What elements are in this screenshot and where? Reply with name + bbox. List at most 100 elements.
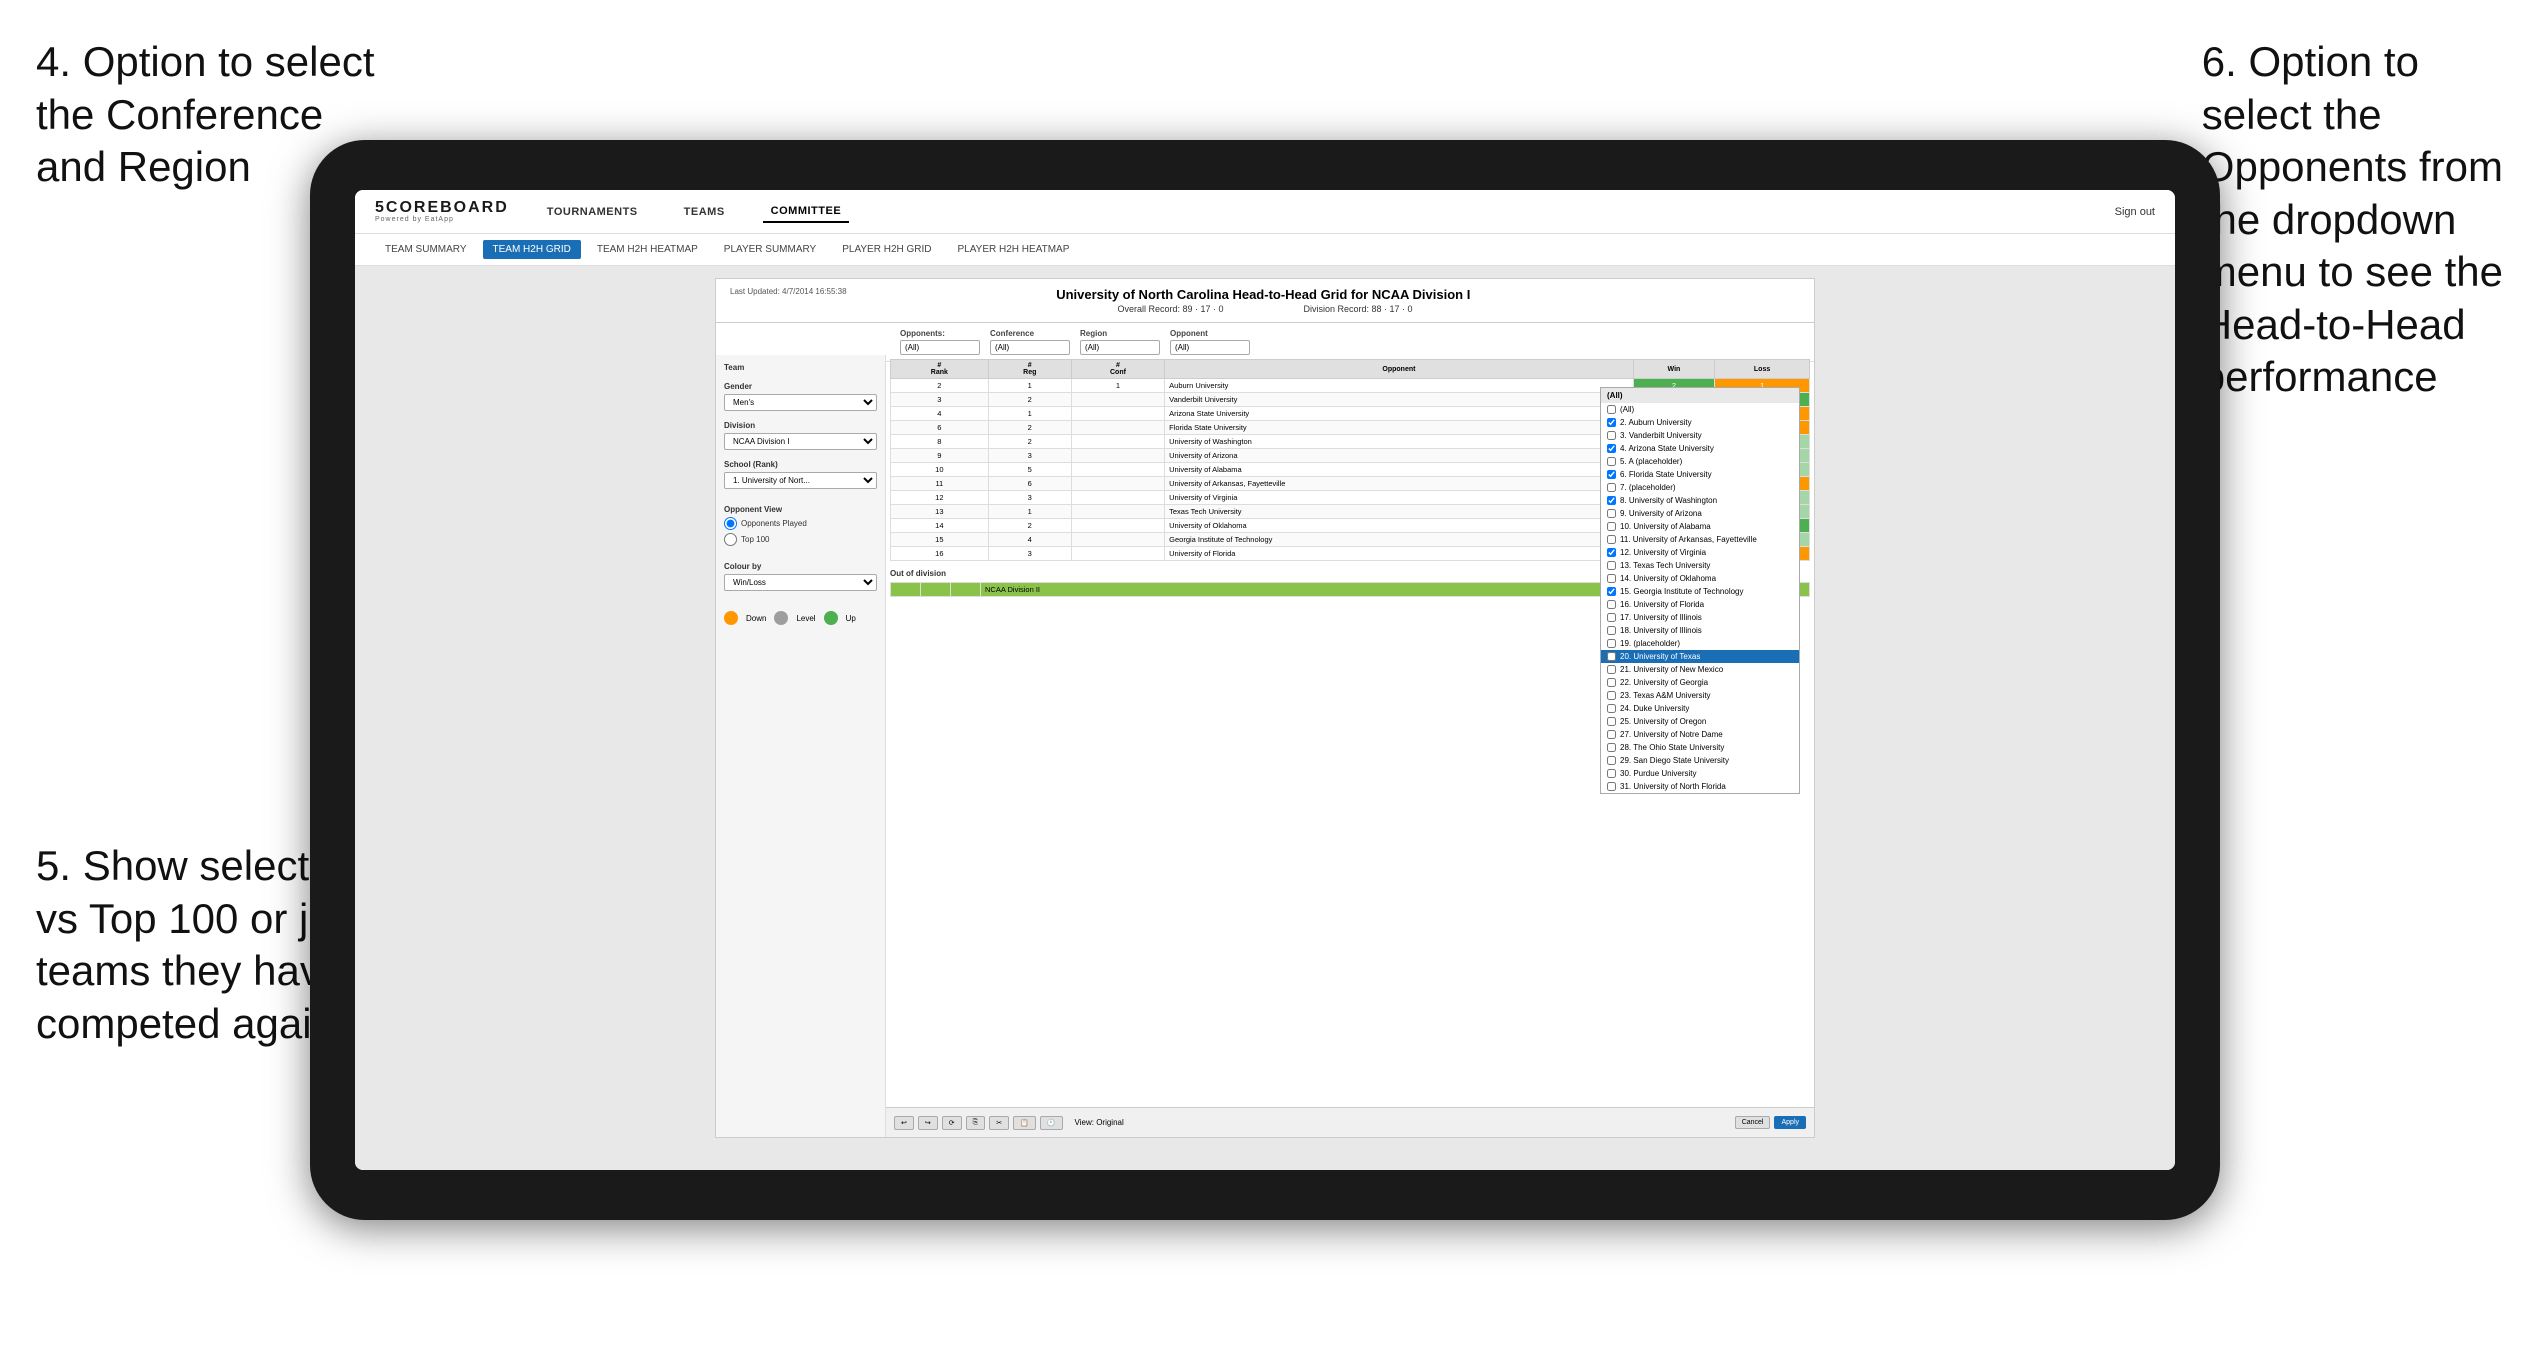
dropdown-item-checkbox[interactable] [1607,730,1616,739]
radio-top100[interactable]: Top 100 [724,533,877,546]
dropdown-item-checkbox[interactable] [1607,522,1616,531]
conference-select[interactable]: (All) [990,340,1070,355]
dropdown-item[interactable]: 30. Purdue University [1601,767,1799,780]
subnav-player-h2h-grid[interactable]: PLAYER H2H GRID [832,240,941,259]
dropdown-item-checkbox[interactable] [1607,769,1616,778]
cell-reg: 2 [988,421,1071,435]
division-select[interactable]: NCAA Division I [724,433,877,450]
dropdown-item[interactable]: 24. Duke University [1601,702,1799,715]
dropdown-item[interactable]: 7. (placeholder) [1601,481,1799,494]
dropdown-item[interactable]: 23. Texas A&M University [1601,689,1799,702]
cell-reg: 5 [988,463,1071,477]
dropdown-item-checkbox[interactable] [1607,665,1616,674]
dropdown-item[interactable]: 11. University of Arkansas, Fayetteville [1601,533,1799,546]
dropdown-item-checkbox[interactable] [1607,756,1616,765]
dropdown-item-checkbox[interactable] [1607,743,1616,752]
clock-btn[interactable]: 🕐 [1040,1116,1063,1130]
dropdown-item[interactable]: 16. University of Florida [1601,598,1799,611]
radio-opponents-played-input[interactable] [724,517,737,530]
nav-teams[interactable]: TEAMS [676,202,733,222]
nav-signout[interactable]: Sign out [2115,206,2155,218]
opponent-select[interactable]: (All) [1170,340,1250,355]
dropdown-item-checkbox[interactable] [1607,457,1616,466]
colour-by-select[interactable]: Win/Loss [724,574,877,591]
dropdown-item-checkbox[interactable] [1607,561,1616,570]
dropdown-item[interactable]: 20. University of Texas [1601,650,1799,663]
paste-btn[interactable]: 📋 [1013,1116,1036,1130]
radio-top100-input[interactable] [724,533,737,546]
subnav-team-h2h-grid[interactable]: TEAM H2H GRID [483,240,581,259]
radio-opponents-played[interactable]: Opponents Played [724,517,877,530]
dropdown-item[interactable]: 31. University of North Florida [1601,780,1799,793]
dropdown-item[interactable]: 28. The Ohio State University [1601,741,1799,754]
undo-btn[interactable]: ↩ [894,1116,914,1130]
subnav-team-summary[interactable]: TEAM SUMMARY [375,240,477,259]
cell-reg: 2 [988,519,1071,533]
dropdown-item-checkbox[interactable] [1607,496,1616,505]
apply-btn[interactable]: Apply [1774,1116,1806,1129]
dropdown-item-checkbox[interactable] [1607,587,1616,596]
dropdown-item-checkbox[interactable] [1607,431,1616,440]
opponents-filter: Opponents: (All) [900,329,980,355]
dropdown-item-checkbox[interactable] [1607,405,1616,414]
cut-btn[interactable]: ✂ [989,1116,1009,1130]
annotation-tr-line4: the dropdown [2202,196,2457,243]
dropdown-item-label: 9. University of Arizona [1620,509,1702,518]
dropdown-item[interactable]: 21. University of New Mexico [1601,663,1799,676]
region-select[interactable]: (All) [1080,340,1160,355]
dropdown-item[interactable]: 14. University of Oklahoma [1601,572,1799,585]
dropdown-item-checkbox[interactable] [1607,782,1616,791]
dropdown-item[interactable]: 3. Vanderbilt University [1601,429,1799,442]
dropdown-item-checkbox[interactable] [1607,470,1616,479]
dropdown-item-checkbox[interactable] [1607,574,1616,583]
dropdown-item[interactable]: 6. Florida State University [1601,468,1799,481]
dropdown-item-checkbox[interactable] [1607,717,1616,726]
subnav-player-h2h-heatmap[interactable]: PLAYER H2H HEATMAP [948,240,1080,259]
dropdown-item[interactable]: 12. University of Virginia [1601,546,1799,559]
dropdown-item-checkbox[interactable] [1607,704,1616,713]
dropdown-item-checkbox[interactable] [1607,613,1616,622]
dropdown-item[interactable]: 29. San Diego State University [1601,754,1799,767]
subnav-player-summary[interactable]: PLAYER SUMMARY [714,240,826,259]
school-select[interactable]: 1. University of Nort... [724,472,877,489]
nav-committee[interactable]: COMMITTEE [763,201,850,223]
dropdown-item-checkbox[interactable] [1607,652,1616,661]
dropdown-item[interactable]: 10. University of Alabama [1601,520,1799,533]
dropdown-item[interactable]: 2. Auburn University [1601,416,1799,429]
dropdown-item-checkbox[interactable] [1607,548,1616,557]
dropdown-item-checkbox[interactable] [1607,600,1616,609]
dropdown-item[interactable]: (All) [1601,403,1799,416]
copy-btn[interactable]: ⎘ [966,1116,986,1130]
dropdown-item[interactable]: 15. Georgia Institute of Technology [1601,585,1799,598]
dropdown-item-checkbox[interactable] [1607,691,1616,700]
dropdown-item[interactable]: 8. University of Washington [1601,494,1799,507]
dropdown-item-checkbox[interactable] [1607,509,1616,518]
dropdown-item[interactable]: 17. University of Illinois [1601,611,1799,624]
nav-tournaments[interactable]: TOURNAMENTS [539,202,646,222]
dropdown-item[interactable]: 4. Arizona State University [1601,442,1799,455]
reset-btn[interactable]: ⟳ [942,1116,962,1130]
cancel-btn[interactable]: Cancel [1735,1116,1771,1129]
redo-btn[interactable]: ↪ [918,1116,938,1130]
dropdown-item[interactable]: 18. University of Illinois [1601,624,1799,637]
dropdown-item-checkbox[interactable] [1607,444,1616,453]
dropdown-item-checkbox[interactable] [1607,639,1616,648]
dropdown-item-checkbox[interactable] [1607,678,1616,687]
dropdown-item[interactable]: 22. University of Georgia [1601,676,1799,689]
gender-select[interactable]: Men's [724,394,877,411]
dropdown-item[interactable]: 27. University of Notre Dame [1601,728,1799,741]
dropdown-item-checkbox[interactable] [1607,535,1616,544]
dropdown-item[interactable]: 9. University of Arizona [1601,507,1799,520]
dropdown-item[interactable]: 13. Texas Tech University [1601,559,1799,572]
dropdown-item-checkbox[interactable] [1607,626,1616,635]
opponents-select[interactable]: (All) [900,340,980,355]
dropdown-item[interactable]: 5. A (placeholder) [1601,455,1799,468]
dropdown-item[interactable]: 25. University of Oregon [1601,715,1799,728]
dropdown-item[interactable]: 19. (placeholder) [1601,637,1799,650]
cell-conf: 1 [1071,379,1164,393]
dropdown-item-checkbox[interactable] [1607,418,1616,427]
dropdown-item-label: 11. University of Arkansas, Fayetteville [1620,535,1757,544]
dropdown-item-checkbox[interactable] [1607,483,1616,492]
opponent-dropdown[interactable]: (All)(All)2. Auburn University3. Vanderb… [1600,387,1800,794]
subnav-team-h2h-heatmap[interactable]: TEAM H2H HEATMAP [587,240,708,259]
